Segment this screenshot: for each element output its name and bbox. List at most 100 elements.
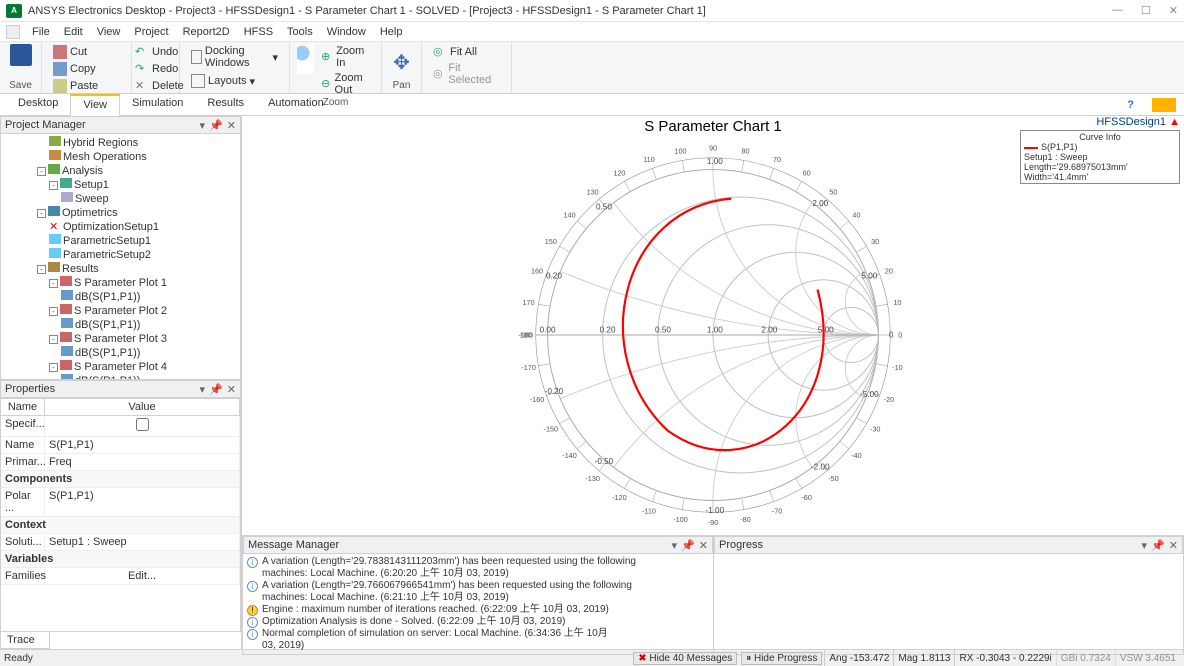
- results-icon: [48, 262, 60, 272]
- zoom-icon[interactable]: [297, 44, 314, 74]
- dropdown-icon[interactable]: ▾: [200, 119, 206, 132]
- optimetrics-icon: [48, 206, 60, 216]
- save-label: Save: [8, 80, 33, 91]
- menu-project[interactable]: Project: [128, 24, 174, 40]
- hide-progress-button[interactable]: ⏸ Hide Progress: [741, 652, 822, 665]
- pin-icon[interactable]: 📌: [209, 383, 223, 396]
- chart-area[interactable]: HFSSDesign1 ▲ Curve Info S(P1,P1) Setup1…: [242, 116, 1184, 535]
- collapse-icon[interactable]: -: [49, 363, 58, 372]
- copy-button[interactable]: Copy: [50, 61, 99, 77]
- svg-text:-60: -60: [801, 493, 812, 502]
- svg-text:-20: -20: [884, 395, 895, 404]
- svg-text:110: 110: [643, 155, 655, 164]
- dropdown-icon[interactable]: ▾: [1142, 539, 1148, 552]
- delete-button[interactable]: ✕Delete: [132, 78, 187, 94]
- cut-button[interactable]: Cut: [50, 44, 90, 60]
- pan-icon[interactable]: ✥: [393, 50, 410, 75]
- svg-text:-110: -110: [642, 507, 656, 516]
- docking-button[interactable]: Docking Windows▾: [188, 44, 281, 70]
- close-panel-icon[interactable]: ✕: [699, 539, 708, 552]
- info-icon: i: [247, 581, 258, 592]
- app-logo: A: [6, 4, 22, 18]
- menu-file[interactable]: File: [26, 24, 56, 40]
- svg-text:-170: -170: [521, 363, 536, 372]
- close-panel-icon[interactable]: ✕: [227, 383, 236, 396]
- mesh-icon: [49, 150, 61, 160]
- pin-icon[interactable]: 📌: [209, 119, 223, 132]
- message-manager-title: Message Manager: [248, 539, 339, 551]
- maximize-icon[interactable]: ☐: [1141, 4, 1151, 17]
- collapse-icon[interactable]: -: [49, 181, 58, 190]
- collapse-icon[interactable]: -: [37, 209, 46, 218]
- close-icon[interactable]: ✕: [1169, 4, 1178, 17]
- layouts-button[interactable]: Layouts▾: [188, 73, 258, 89]
- svg-text:0.00: 0.00: [540, 325, 556, 334]
- undo-button[interactable]: ↶Undo: [132, 44, 181, 60]
- menu-help[interactable]: Help: [374, 24, 409, 40]
- menu-hfss[interactable]: HFSS: [238, 24, 279, 40]
- collapse-icon[interactable]: -: [49, 307, 58, 316]
- svg-text:-160: -160: [530, 395, 545, 404]
- svg-text:-0.50: -0.50: [595, 457, 614, 466]
- trace-tab[interactable]: Trace: [0, 632, 50, 649]
- dropdown-icon[interactable]: ▾: [672, 539, 678, 552]
- parametric-icon: [49, 248, 61, 258]
- zoom-out-icon: ⊖: [321, 77, 331, 91]
- close-panel-icon[interactable]: ✕: [1169, 539, 1178, 552]
- svg-text:-120: -120: [612, 493, 627, 502]
- fit-selected-button[interactable]: ◎Fit Selected: [430, 61, 503, 87]
- redo-button[interactable]: ↷Redo: [132, 61, 181, 77]
- ansys-logo-icon: [1152, 98, 1176, 112]
- pin-icon[interactable]: 📌: [1151, 539, 1165, 552]
- trace-icon: [61, 318, 73, 328]
- tab-simulation[interactable]: Simulation: [120, 94, 195, 115]
- cut-icon: [53, 45, 67, 59]
- svg-text:40: 40: [852, 210, 860, 219]
- trace-icon: [61, 290, 73, 300]
- zoom-in-icon: ⊕: [321, 50, 333, 64]
- sweep-icon: [61, 192, 73, 202]
- svg-text:-150: -150: [544, 424, 559, 433]
- app-icon-small: [6, 25, 20, 39]
- save-icon[interactable]: [10, 44, 32, 66]
- chevron-down-icon: ▾: [272, 51, 278, 64]
- dropdown-icon[interactable]: ▾: [200, 383, 206, 396]
- menu-tools[interactable]: Tools: [281, 24, 319, 40]
- properties-grid[interactable]: NameValue Specif... NameS(P1,P1) Primar.…: [0, 398, 241, 632]
- svg-text:170: 170: [523, 298, 535, 307]
- menu-window[interactable]: Window: [321, 24, 372, 40]
- specify-checkbox[interactable]: [136, 418, 149, 431]
- message-list[interactable]: iA variation (Length='29.7838143111203mm…: [243, 554, 713, 654]
- project-tree[interactable]: Hybrid Regions Mesh Operations -Analysis…: [0, 134, 241, 380]
- help-icon[interactable]: ?: [1115, 96, 1146, 114]
- menu-edit[interactable]: Edit: [58, 24, 89, 40]
- svg-text:80: 80: [741, 146, 749, 155]
- col-value: Value: [45, 399, 240, 415]
- properties-title: Properties: [5, 383, 55, 395]
- info-icon: i: [247, 557, 258, 568]
- edit-families-button[interactable]: Edit...: [45, 568, 240, 584]
- close-panel-icon[interactable]: ✕: [227, 119, 236, 132]
- menu-report2d[interactable]: Report2D: [177, 24, 236, 40]
- paste-button[interactable]: Paste: [50, 78, 101, 94]
- menu-view[interactable]: View: [91, 24, 127, 40]
- hide-messages-button[interactable]: ✖ Hide 40 Messages: [633, 652, 737, 665]
- fit-all-button[interactable]: ◎Fit All: [430, 44, 480, 60]
- collapse-icon[interactable]: -: [49, 335, 58, 344]
- plot-icon: [60, 332, 72, 342]
- tab-view[interactable]: View: [70, 94, 120, 116]
- collapse-icon[interactable]: -: [37, 265, 46, 274]
- tab-desktop[interactable]: Desktop: [6, 94, 70, 115]
- warning-icon: !: [247, 605, 258, 616]
- tab-results[interactable]: Results: [195, 94, 256, 115]
- region-icon: [49, 136, 61, 146]
- pin-icon[interactable]: 📌: [681, 539, 695, 552]
- info-icon: i: [247, 617, 258, 628]
- paste-icon: [53, 79, 67, 93]
- svg-text:-30: -30: [870, 424, 881, 433]
- collapse-icon[interactable]: -: [37, 167, 46, 176]
- minimize-icon[interactable]: —: [1112, 4, 1123, 17]
- zoom-in-button[interactable]: ⊕Zoom In: [318, 44, 374, 70]
- collapse-icon[interactable]: -: [49, 279, 58, 288]
- tab-automation[interactable]: Automation: [256, 94, 336, 115]
